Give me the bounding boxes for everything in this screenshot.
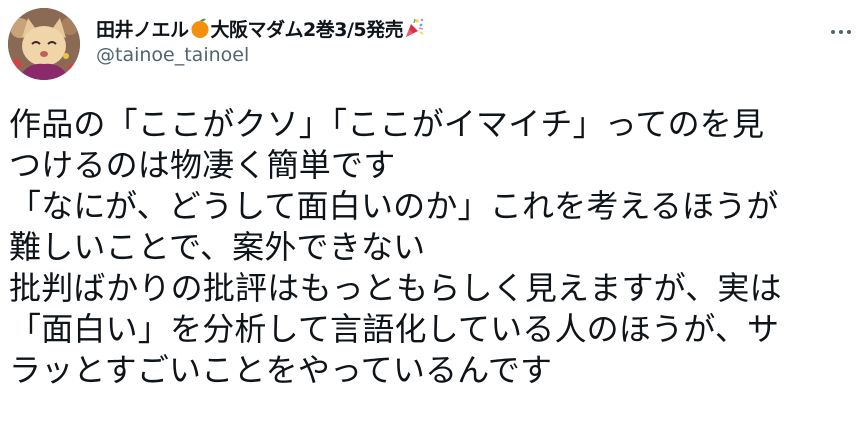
tweet-text-line: 「面白い」を分析して言語化している人のほうが、サ <box>9 310 780 348</box>
party-popper-icon <box>403 17 425 39</box>
tweet-text-line: 難しいことで、案外できない <box>9 228 426 266</box>
tweet-text-line: 批判ばかりの批評はもっともらしく見えますが、実は <box>9 269 782 307</box>
tweet-text-line: 作品の「ここがクソ」「ここがイマイチ」ってのを見 <box>9 105 765 143</box>
more-horizontal-icon <box>829 21 853 40</box>
author-name-row[interactable]: 田井ノエル 大阪マダム2巻3/5発売 <box>96 14 425 42</box>
tangerine-icon <box>189 17 211 39</box>
more-options-button[interactable] <box>826 18 856 42</box>
tweet: 田井ノエル 大阪マダム2巻3/5発売 @tainoe_tainoel 作品の「こ… <box>0 0 861 425</box>
author-name-part1[interactable]: 田井ノエル <box>96 15 189 42</box>
tweet-text-line: つけるのは物凄く簡単です <box>9 146 396 184</box>
author-handle[interactable]: @tainoe_tainoel <box>96 44 249 66</box>
tweet-text-line: ラッとすごいことをやっているんです <box>9 351 553 389</box>
tweet-text: 作品の「ここがクソ」「ここがイマイチ」ってのを見 つけるのは物凄く簡単です 「な… <box>9 104 859 391</box>
author-name-part2[interactable]: 大阪マダム2巻3/5発売 <box>211 15 404 42</box>
avatar[interactable] <box>8 8 80 80</box>
tweet-text-line: 「なにが、どうして面白いのか」これを考えるほうが <box>9 187 779 225</box>
